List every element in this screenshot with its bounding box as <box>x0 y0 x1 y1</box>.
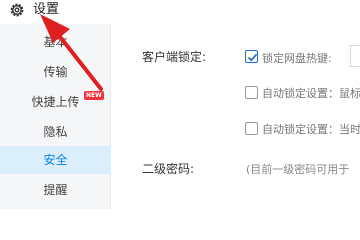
lock-hotkey-checkbox[interactable] <box>245 50 258 63</box>
window-title: 设置 <box>33 2 60 17</box>
hotkey-input[interactable] <box>350 45 360 67</box>
auto-lock-time-label: 自动锁定设置：当时 <box>262 123 360 136</box>
sidebar-item-label: 提醒 <box>43 183 68 197</box>
sidebar-item-reminder[interactable]: 提醒 <box>0 176 111 204</box>
sidebar-item-quick-upload[interactable]: 快捷上传 NEW <box>0 88 111 116</box>
checkmark-icon <box>247 53 258 62</box>
sidebar-item-basic[interactable]: 基本 <box>0 28 111 56</box>
sidebar-item-label: 传输 <box>43 65 68 79</box>
client-lock-label: 客户端锁定: <box>142 50 207 64</box>
new-badge: NEW <box>84 91 104 100</box>
sidebar-item-label: 基本 <box>43 35 68 49</box>
sidebar-item-security[interactable]: 安全 <box>0 146 111 174</box>
second-password-label: 二级密码: <box>142 162 195 176</box>
settings-sidebar: 基本 传输 快捷上传 NEW 隐私 安全 提醒 <box>0 24 111 209</box>
security-settings-panel: 客户端锁定: 锁定网盘热键: 自动锁定设置：鼠标 自动锁定设置：当时 二级密码:… <box>112 24 360 209</box>
auto-lock-mouse-label: 自动锁定设置：鼠标 <box>262 87 360 100</box>
sidebar-item-label: 安全 <box>43 153 68 167</box>
sidebar-item-label: 隐私 <box>43 125 68 139</box>
second-password-hint: (目前一级密码可用于 <box>246 163 350 176</box>
auto-lock-time-checkbox[interactable] <box>245 122 258 135</box>
gear-icon <box>9 2 25 18</box>
title-bar: 设置 <box>0 0 360 24</box>
sidebar-item-privacy[interactable]: 隐私 <box>0 118 111 146</box>
lock-hotkey-label: 锁定网盘热键: <box>262 52 332 65</box>
auto-lock-mouse-checkbox[interactable] <box>245 86 258 99</box>
sidebar-item-transfer[interactable]: 传输 <box>0 58 111 86</box>
sidebar-item-label: 快捷上传 <box>31 95 80 109</box>
